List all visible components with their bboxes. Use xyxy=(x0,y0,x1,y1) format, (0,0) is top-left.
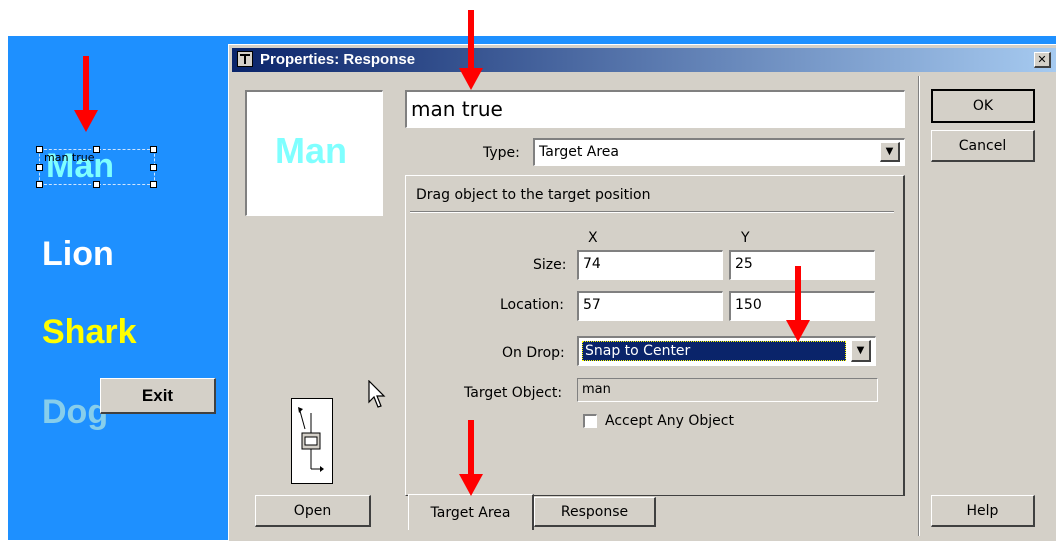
dialog-titlebar[interactable]: Properties: Response ✕ xyxy=(232,48,1056,72)
on-drop-label: On Drop: xyxy=(502,345,565,361)
response-name-field[interactable]: man true xyxy=(405,90,905,128)
dialog-title: Properties: Response xyxy=(260,51,416,68)
open-button[interactable]: Open xyxy=(255,495,371,527)
panel-heading: Drag object to the target position xyxy=(416,187,651,203)
size-label: Size: xyxy=(533,257,567,273)
selection-handle-tr[interactable] xyxy=(150,146,157,153)
selection-handle-br[interactable] xyxy=(150,181,157,188)
button-column-divider xyxy=(918,76,920,536)
tab-target-area[interactable]: Target Area xyxy=(408,494,534,530)
close-icon[interactable]: ✕ xyxy=(1034,52,1051,68)
annotation-arrow-icon xyxy=(459,10,483,92)
type-label: Type: xyxy=(483,145,520,161)
selected-object-man[interactable]: Man man true xyxy=(36,145,157,189)
ok-button[interactable]: OK xyxy=(931,89,1035,123)
panel-divider xyxy=(410,211,894,213)
target-object-label: Target Object: xyxy=(464,385,563,401)
type-select[interactable]: Target Area ▼ xyxy=(533,138,905,166)
type-dropdown-icon[interactable]: ▼ xyxy=(880,142,900,162)
selection-handle-mr[interactable] xyxy=(150,164,157,171)
location-label: Location: xyxy=(500,297,564,313)
accept-any-label[interactable]: Accept Any Object xyxy=(605,413,734,429)
exit-button[interactable]: Exit xyxy=(100,378,216,414)
annotation-arrow-icon xyxy=(74,56,98,134)
on-drop-select-value: Snap to Center xyxy=(582,341,846,361)
stage-word-shark[interactable]: Shark xyxy=(42,313,137,352)
target-object-field: man xyxy=(577,378,878,402)
stage-word-dog[interactable]: Dog xyxy=(42,393,108,432)
type-select-value: Target Area xyxy=(539,144,619,160)
tab-response[interactable]: Response xyxy=(534,497,656,527)
selection-handle-tl[interactable] xyxy=(36,146,43,153)
location-x-input[interactable]: 57 xyxy=(577,291,723,321)
cancel-button[interactable]: Cancel xyxy=(931,130,1035,162)
selection-handle-bl[interactable] xyxy=(36,181,43,188)
response-flow-icon xyxy=(291,398,333,484)
mouse-cursor-icon xyxy=(368,380,386,408)
annotation-arrow-icon xyxy=(459,420,483,498)
selection-label: man true xyxy=(44,151,95,164)
selection-handle-bm[interactable] xyxy=(93,181,100,188)
annotation-arrow-icon xyxy=(786,266,810,344)
dialog-app-icon xyxy=(237,51,253,67)
column-x-label: X xyxy=(588,230,598,246)
size-x-input[interactable]: 74 xyxy=(577,250,723,280)
selection-handle-ml[interactable] xyxy=(36,164,43,171)
accept-any-checkbox[interactable] xyxy=(583,414,597,428)
preview-text: Man xyxy=(275,130,347,171)
selection-handle-tm[interactable] xyxy=(93,146,100,153)
object-preview: Man xyxy=(245,90,383,216)
help-button[interactable]: Help xyxy=(931,495,1035,527)
on-drop-select[interactable]: Snap to Center ▼ xyxy=(577,336,876,366)
column-y-label: Y xyxy=(741,230,750,246)
stage-word-lion[interactable]: Lion xyxy=(42,235,114,274)
on-drop-dropdown-icon[interactable]: ▼ xyxy=(851,340,871,362)
